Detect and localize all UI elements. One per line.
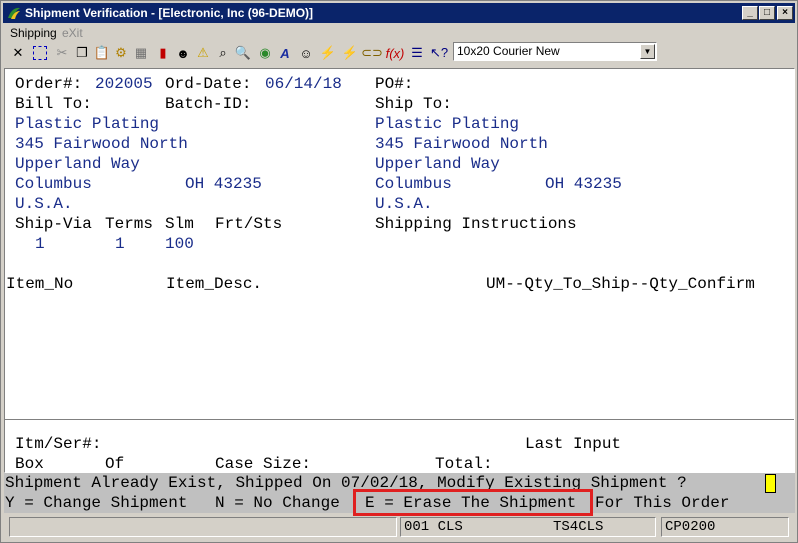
copy-icon[interactable]: ❐ [72, 43, 92, 63]
menu-bar: Shipping eXit [3, 25, 795, 41]
option-tail-text: For This Order [595, 494, 730, 512]
ship-to-addr1: 345 Fairwood North [375, 135, 548, 153]
chevron-down-icon[interactable]: ▼ [640, 44, 655, 59]
lightning-icon[interactable]: ⚡ [318, 43, 338, 63]
menu-exit[interactable]: eXit [62, 26, 83, 40]
ship-via-label: Ship-Via [15, 215, 92, 233]
paste-icon[interactable]: 📋 [92, 43, 112, 63]
binoculars-icon[interactable]: ⌕ [213, 43, 233, 63]
po-label: PO#: [375, 75, 414, 93]
slm-value: 100 [165, 235, 194, 253]
app-logo-icon [8, 7, 20, 19]
status-panel-1 [9, 517, 397, 537]
settings-gear-icon[interactable]: ⚙ [111, 43, 131, 63]
ship-via-value: 1 [35, 235, 45, 253]
bill-to-label: Bill To: [15, 95, 92, 113]
help-pointer-icon[interactable]: ↖? [429, 43, 449, 63]
item-desc-header: Item_Desc. [166, 275, 263, 293]
maximize-button[interactable]: □ [759, 6, 775, 20]
slm-label: Slm [165, 215, 194, 233]
ship-to-state-zip: OH 43235 [545, 175, 622, 193]
user-icon[interactable]: ☻ [173, 43, 193, 63]
warning-icon[interactable]: ⚠ [193, 43, 213, 63]
ship-to-name: Plastic Plating [375, 115, 520, 133]
bill-to-state-zip: OH 43235 [185, 175, 262, 193]
ship-to-label: Ship To: [375, 95, 452, 113]
itm-ser-label: Itm/Ser#: [15, 435, 102, 453]
batch-id-label: Batch-ID: [165, 95, 252, 113]
item-no-header: Item_No [6, 275, 74, 293]
total-label: Total: [435, 455, 493, 473]
last-input-label: Last Input [525, 435, 622, 453]
case-size-label: Case Size: [215, 455, 312, 473]
shipping-instructions-label: Shipping Instructions [375, 215, 577, 233]
ship-to-addr2: Upperland Way [375, 155, 500, 173]
highlight-box [353, 489, 593, 516]
terminal-screen: Order#: 202005 Ord-Date: 06/14/18 PO#: B… [4, 68, 795, 473]
minimize-button[interactable]: _ [742, 6, 758, 20]
input-indicator[interactable] [765, 474, 776, 493]
font-icon[interactable]: A [275, 43, 295, 63]
search-icon[interactable]: 🔍 [233, 43, 253, 63]
divider [5, 419, 794, 423]
ship-to-city: Columbus [375, 175, 452, 193]
properties-icon[interactable]: ▦ [131, 43, 151, 63]
order-date: 06/14/18 [265, 75, 342, 93]
order-label: Order#: [15, 75, 83, 93]
status-session: TS4CLS [553, 519, 604, 535]
person-icon[interactable]: ☺ [296, 43, 316, 63]
status-bar: 001 CLS TS4CLS CP0200 [4, 515, 795, 540]
title-bar: Shipment Verification - [Electronic, Inc… [3, 3, 795, 23]
globe-icon[interactable]: ◉ [255, 43, 275, 63]
status-code: 001 CLS [404, 519, 463, 535]
bill-to-city: Columbus [15, 175, 92, 193]
window-title: Shipment Verification - [Electronic, Inc… [25, 6, 314, 20]
close-button[interactable]: × [777, 6, 793, 20]
of-label: Of [105, 455, 125, 473]
option-no-change[interactable]: N = No Change [215, 493, 340, 513]
flash-icon[interactable]: ⚡ [340, 43, 360, 63]
toolbar: ✕ ✂ ❐ 📋 ⚙ ▦ ▮ ☻ ⚠ ⌕ 🔍 ◉ A ☺ ⚡ ⚡ ⊂⊃ f(x) … [3, 41, 795, 65]
qty-header: UM--Qty_To_Ship--Qty_Confirm [486, 275, 755, 293]
terms-label: Terms [105, 215, 154, 233]
bill-to-addr2: Upperland Way [15, 155, 140, 173]
select-icon[interactable] [30, 43, 50, 63]
ship-to-country: U.S.A. [375, 195, 433, 213]
frt-sts-label: Frt/Sts [215, 215, 283, 233]
cut-icon[interactable]: ✂ [52, 43, 72, 63]
status-panel-2: 001 CLS TS4CLS [400, 517, 656, 537]
status-panel-3: CP0200 [661, 517, 789, 537]
menu-shipping[interactable]: Shipping [10, 26, 57, 40]
order-number: 202005 [95, 75, 153, 93]
bill-to-name: Plastic Plating [15, 115, 160, 133]
order-date-label: Ord-Date: [165, 75, 252, 93]
box-label: Box [15, 455, 44, 473]
option-change-shipment[interactable]: Y = Change Shipment [5, 493, 187, 513]
close-x-icon[interactable]: ✕ [8, 43, 28, 63]
link-icon[interactable]: ⊂⊃ [361, 43, 383, 63]
terms-value: 1 [115, 235, 125, 253]
application-window: Shipment Verification - [Electronic, Inc… [0, 0, 798, 543]
font-select-value: 10x20 Courier New [457, 44, 560, 58]
function-icon[interactable]: f(x) [385, 43, 405, 63]
database-icon[interactable]: ▮ [153, 43, 173, 63]
bill-to-addr1: 345 Fairwood North [15, 135, 188, 153]
list-icon[interactable]: ☰ [407, 43, 427, 63]
bill-to-country: U.S.A. [15, 195, 73, 213]
font-select[interactable]: 10x20 Courier New ▼ [453, 42, 657, 61]
